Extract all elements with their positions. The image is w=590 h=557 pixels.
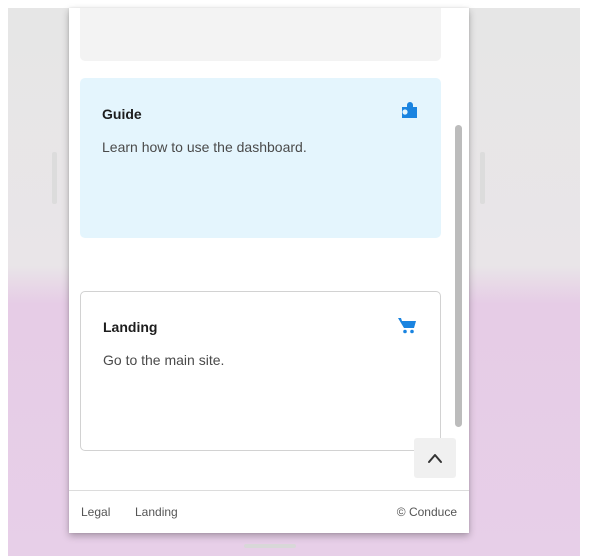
card-landing[interactable]: Landing Go to the main site. xyxy=(80,291,441,451)
card-description: Go to the main site. xyxy=(103,352,225,368)
chevron-up-icon xyxy=(428,454,442,463)
puzzle-icon xyxy=(402,102,417,118)
footer-landing-link[interactable]: Landing xyxy=(135,505,178,519)
card-title: Guide xyxy=(102,106,142,122)
card-title: Landing xyxy=(103,319,158,335)
scroll-top-button[interactable] xyxy=(414,438,456,478)
card-guide[interactable]: Guide Learn how to use the dashboard. xyxy=(80,78,441,238)
cart-icon xyxy=(398,318,416,334)
card-partial[interactable] xyxy=(80,8,441,61)
scrollbar-thumb[interactable] xyxy=(455,125,462,427)
bottom-drawer-handle[interactable] xyxy=(244,544,296,548)
footer-legal-link[interactable]: Legal xyxy=(81,505,110,519)
menu-panel: Guide Learn how to use the dashboard. La… xyxy=(69,8,469,533)
right-drawer-handle[interactable] xyxy=(480,152,485,204)
card-description: Learn how to use the dashboard. xyxy=(102,139,307,155)
footer-copyright: © Conduce xyxy=(396,505,457,519)
footer: Legal Landing © Conduce xyxy=(69,490,469,533)
left-drawer-handle[interactable] xyxy=(52,152,57,204)
